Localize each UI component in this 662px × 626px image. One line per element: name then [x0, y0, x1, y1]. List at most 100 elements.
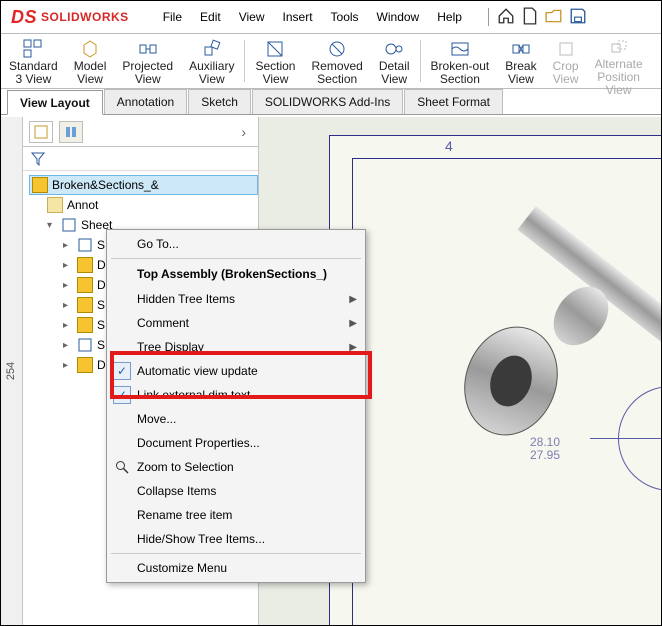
tree-label: S [97, 238, 105, 252]
panel-tab-props[interactable] [59, 121, 83, 143]
ctx-link-external-dim[interactable]: ✓ Link external dim text [107, 383, 365, 407]
expand-icon[interactable]: ▸ [63, 240, 73, 251]
home-icon[interactable] [497, 7, 515, 28]
menu-file[interactable]: File [163, 10, 182, 24]
ctx-comment[interactable]: Comment ▶ [107, 311, 365, 335]
label: View [77, 73, 103, 86]
ctx-zoom-selection[interactable]: Zoom to Selection [107, 455, 365, 479]
funnel-icon [31, 152, 45, 166]
label: SOLIDWORKS Add-Ins [265, 95, 390, 109]
tab-addins[interactable]: SOLIDWORKS Add-Ins [252, 89, 403, 114]
ctx-hidden-tree[interactable]: Hidden Tree Items▶ [107, 287, 365, 311]
drawing-view-icon [77, 357, 93, 373]
ribbon-removed-section[interactable]: Removed Section [303, 36, 370, 86]
model-view-icon [80, 38, 100, 60]
label: View [381, 73, 407, 86]
label: Hide/Show Tree Items... [137, 532, 265, 546]
separator [111, 553, 361, 554]
submenu-icon: ▶ [349, 294, 357, 305]
menu-insert[interactable]: Insert [283, 10, 313, 24]
label: View [508, 73, 534, 86]
command-tabs: View Layout Annotation Sketch SOLIDWORKS… [1, 89, 661, 115]
projected-view-icon [138, 38, 158, 60]
label: View [199, 73, 225, 86]
title-bar: DS SOLIDWORKS File Edit View Insert Tool… [1, 1, 661, 33]
menu-view[interactable]: View [239, 10, 265, 24]
save-icon[interactable] [569, 7, 587, 28]
menu-bar: File Edit View Insert Tools Window Help [139, 10, 480, 24]
sheet-icon [77, 337, 93, 353]
detail-view-icon [384, 38, 404, 60]
ctx-tree-display[interactable]: Tree Display▶ [107, 335, 365, 359]
ribbon-detail-view[interactable]: Detail View [371, 36, 418, 86]
tree-label: D [97, 358, 106, 372]
ctx-hide-show-tree[interactable]: Hide/Show Tree Items... [107, 527, 365, 551]
ruler-label: 254 [5, 362, 17, 380]
new-doc-icon[interactable] [521, 7, 539, 28]
ribbon-alt-pos-view: Alternate Position View [587, 36, 651, 86]
tab-annotation[interactable]: Annotation [104, 89, 187, 114]
label: Model [74, 60, 107, 73]
separator [420, 40, 421, 82]
tree-label: S [97, 338, 105, 352]
break-view-icon [511, 38, 531, 60]
tab-sheet-format[interactable]: Sheet Format [404, 89, 503, 114]
checkmark-icon: ✓ [113, 386, 131, 404]
filter-row[interactable] [23, 147, 258, 171]
tree-item[interactable]: Annot [29, 195, 258, 215]
expand-icon[interactable]: ▸ [63, 300, 73, 311]
ribbon-broken-out-section[interactable]: Broken-out Section [423, 36, 498, 86]
menu-edit[interactable]: Edit [200, 10, 221, 24]
tree-root[interactable]: Broken&Sections_& [29, 175, 258, 195]
label: Section [255, 60, 295, 73]
ribbon-auxiliary-view[interactable]: Auxiliary View [181, 36, 242, 86]
tab-view-layout[interactable]: View Layout [7, 90, 103, 115]
label: Break [505, 60, 536, 73]
expand-icon[interactable]: ▸ [63, 320, 73, 331]
ribbon-break-view[interactable]: Break View [497, 36, 544, 86]
section-view-icon [265, 38, 285, 60]
drawing-view-icon [77, 317, 93, 333]
alt-pos-icon [609, 38, 629, 58]
submenu-icon: ▶ [349, 318, 357, 329]
label: Comment [137, 316, 189, 330]
ctx-auto-view-update[interactable]: ✓ Automatic view update [107, 359, 365, 383]
ctx-collapse[interactable]: Collapse Items [107, 479, 365, 503]
label: View Layout [20, 96, 90, 110]
sheet-icon [61, 217, 77, 233]
label: View [135, 73, 161, 86]
label: Automatic view update [137, 364, 258, 378]
tree-label: S [97, 298, 105, 312]
ribbon-section-view[interactable]: Section View [247, 36, 303, 86]
label: View [606, 84, 632, 97]
tab-sketch[interactable]: Sketch [188, 89, 251, 114]
ctx-customize-menu[interactable]: Customize Menu [107, 556, 365, 580]
tree-label: S [97, 318, 105, 332]
panel-expand-icon[interactable]: › [241, 124, 252, 140]
expand-icon[interactable]: ▸ [63, 340, 73, 351]
menu-window[interactable]: Window [377, 10, 420, 24]
expand-icon[interactable]: ▸ [63, 260, 73, 271]
expand-icon[interactable]: ▸ [63, 280, 73, 291]
ctx-rename[interactable]: Rename tree item [107, 503, 365, 527]
crop-view-icon [556, 38, 576, 60]
ribbon-model-view[interactable]: Model View [66, 36, 115, 86]
collapse-icon[interactable]: ▾ [47, 220, 57, 231]
auxiliary-view-icon [202, 38, 222, 60]
ctx-go-to[interactable]: Go To... [107, 232, 365, 256]
label: Annotation [117, 95, 174, 109]
expand-icon[interactable]: ▸ [63, 360, 73, 371]
ctx-doc-props[interactable]: Document Properties... [107, 431, 365, 455]
label: Broken-out [431, 60, 490, 73]
open-icon[interactable] [545, 7, 563, 28]
ctx-move[interactable]: Move... [107, 407, 365, 431]
label: Standard [9, 60, 58, 73]
menu-tools[interactable]: Tools [331, 10, 359, 24]
assembly-icon [32, 177, 48, 193]
panel-tab-tree[interactable] [29, 121, 53, 143]
ribbon-projected-view[interactable]: Projected View [114, 36, 181, 86]
menu-help[interactable]: Help [437, 10, 462, 24]
ribbon-standard-3-view[interactable]: Standard 3 View [1, 36, 66, 86]
label: 3 View [15, 73, 51, 86]
drawing-sheet: 4 28.10 27.95 [329, 135, 661, 625]
